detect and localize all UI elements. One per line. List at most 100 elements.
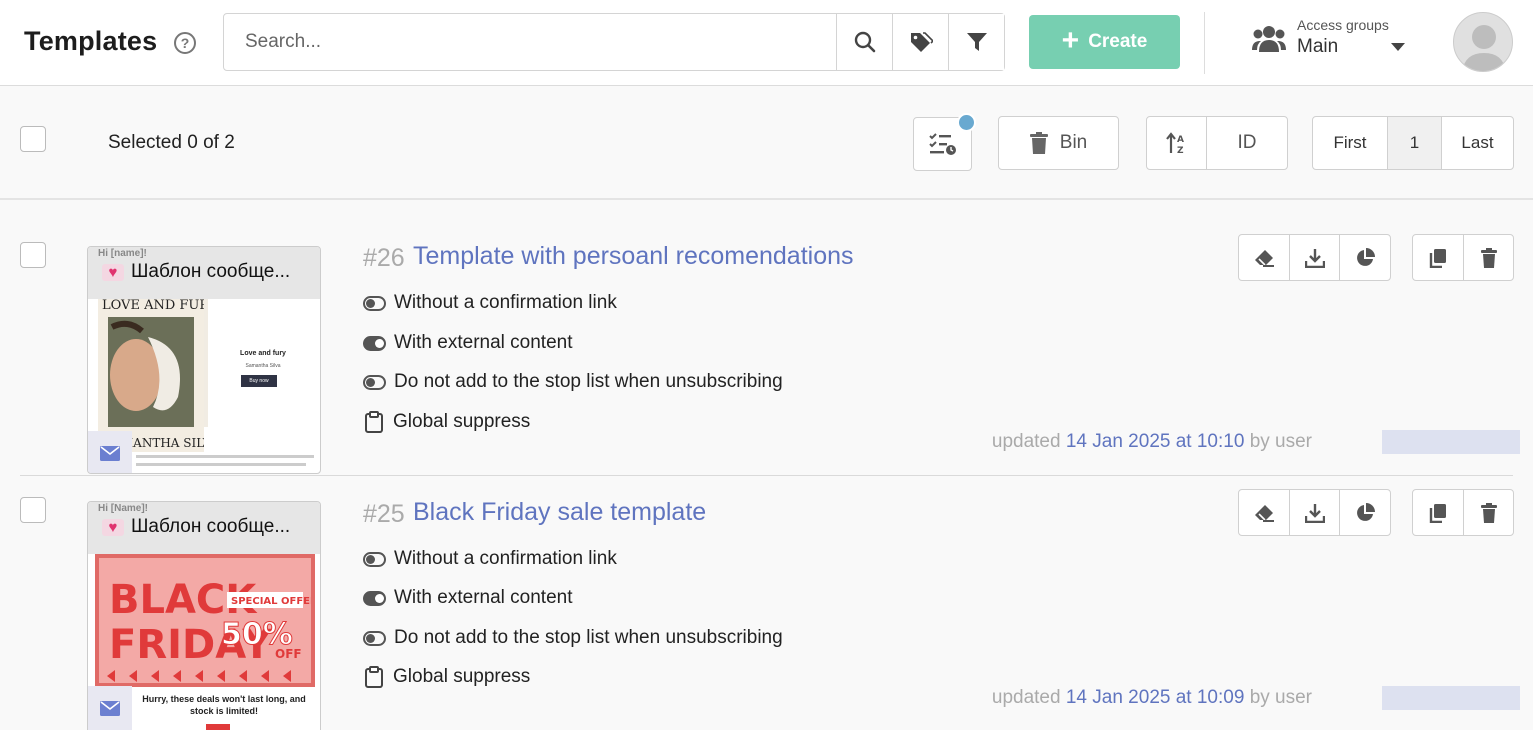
trash-icon <box>1029 132 1048 154</box>
option-label: Do not add to the stop list when unsubsc… <box>394 627 783 648</box>
create-label: Create <box>1088 31 1148 52</box>
selection-count: Selected 0 of 2 <box>108 132 235 153</box>
book-spine <box>204 297 208 427</box>
book-cover: LOVE AND FURY SAMANTHA SILVA <box>98 297 220 452</box>
select-all-checkbox[interactable] <box>20 126 46 152</box>
user-name-redacted <box>1382 686 1520 710</box>
row-checkbox[interactable] <box>20 242 46 268</box>
updated-info: updated 14 Jan 2025 at 10:10 by user <box>992 431 1312 453</box>
sort-direction-button[interactable]: AZ <box>1147 117 1206 169</box>
email-type-badge <box>88 431 132 473</box>
eraser-button[interactable] <box>1239 235 1289 280</box>
access-groups-select[interactable]: Main <box>1297 36 1338 58</box>
updated-by: by user <box>1249 431 1312 452</box>
toggle-off-icon <box>363 551 386 567</box>
envelope-icon <box>100 700 120 716</box>
updated-by: by user <box>1249 687 1312 708</box>
toggle-on-icon <box>363 335 386 351</box>
search-input[interactable] <box>224 14 836 70</box>
preview-heading: Love and fury <box>240 350 286 357</box>
statistics-button[interactable] <box>1339 235 1389 280</box>
copy-button[interactable] <box>1413 235 1463 280</box>
pie-chart-icon <box>1356 247 1375 266</box>
option-stop-list: Do not add to the stop list when unsubsc… <box>363 371 783 393</box>
option-label: Global suppress <box>393 666 531 687</box>
clipboard-icon <box>365 411 383 433</box>
preview-cta: Buy now <box>241 375 277 387</box>
black-friday-art: BLACK FRIDAY SPECIAL OFFER 50% OFF <box>107 577 318 682</box>
header-divider <box>1204 12 1205 74</box>
eraser-icon <box>1255 249 1274 267</box>
filter-icon <box>966 33 987 51</box>
toggle-off-icon <box>363 630 386 646</box>
template-name-link[interactable]: Template with persoanl recomendations <box>413 242 854 271</box>
pagination-current[interactable]: 1 <box>1387 117 1441 169</box>
option-label: With external content <box>394 332 573 353</box>
template-preview[interactable]: LOVE AND FURY SAMANTHA SILVA Love and fu… <box>87 246 321 474</box>
page-title: Templates <box>24 26 158 56</box>
download-icon <box>1304 503 1325 523</box>
template-id: #25 <box>363 500 405 528</box>
pagination-last[interactable]: Last <box>1441 117 1513 169</box>
search-button[interactable] <box>836 14 892 70</box>
preview-greeting: Hi [name]! <box>98 248 147 259</box>
avatar[interactable] <box>1453 12 1513 72</box>
email-type-badge <box>88 686 132 730</box>
bin-button[interactable]: Bin <box>998 116 1119 170</box>
delete-button[interactable] <box>1463 235 1513 280</box>
option-confirmation-link: Without a confirmation link <box>363 292 617 314</box>
tags-button[interactable] <box>892 14 948 70</box>
sort-control: AZ ID <box>1146 116 1288 170</box>
plus-icon: + <box>1061 23 1080 57</box>
header: Templates ? + Create Access groups Main <box>0 0 1533 86</box>
pagination-first[interactable]: First <box>1313 117 1387 169</box>
eraser-button[interactable] <box>1239 490 1289 535</box>
chevron-down-icon[interactable] <box>1391 43 1405 51</box>
option-confirmation-link: Without a confirmation link <box>363 548 617 570</box>
updated-prefix: updated <box>991 687 1061 708</box>
filter-button[interactable] <box>948 14 1004 70</box>
envelope-icon <box>100 445 120 461</box>
preview-caption-bar: Hi [name]! ♥ Шаблон сообще... <box>88 247 320 299</box>
bin-label: Bin <box>1059 132 1088 153</box>
create-button[interactable]: + Create <box>1029 15 1180 69</box>
updated-prefix: updated <box>991 431 1061 452</box>
statistics-button[interactable] <box>1339 490 1389 535</box>
option-stop-list: Do not add to the stop list when unsubsc… <box>363 627 783 649</box>
row-divider <box>20 475 1513 476</box>
copy-button[interactable] <box>1413 490 1463 535</box>
toggle-off-icon <box>363 295 386 311</box>
toggle-off-icon <box>363 374 386 390</box>
preview-caption-bar: Hi [Name]! ♥ Шаблон сообще... <box>88 502 320 554</box>
download-button[interactable] <box>1289 235 1339 280</box>
template-preview[interactable]: BLACK FRIDAY SPECIAL OFFER 50% OFF Hurry… <box>87 501 321 730</box>
download-button[interactable] <box>1289 490 1339 535</box>
copy-icon <box>1429 503 1446 523</box>
sort-field-select[interactable]: ID <box>1206 117 1287 169</box>
delete-button[interactable] <box>1463 490 1513 535</box>
template-name-link[interactable]: Black Friday sale template <box>413 498 706 527</box>
row-checkbox[interactable] <box>20 497 46 523</box>
row-actions-group <box>1238 489 1391 536</box>
eraser-icon <box>1255 504 1274 522</box>
svg-text:Z: Z <box>1177 146 1184 154</box>
heart-icon: ♥ <box>102 518 124 536</box>
heart-icon: ♥ <box>102 263 124 281</box>
row-manage-group <box>1412 234 1514 281</box>
option-external-content: With external content <box>363 332 572 354</box>
preview-subheading: Samantha Silva <box>245 363 281 369</box>
option-label: Global suppress <box>393 411 531 432</box>
svg-text:A: A <box>1177 135 1184 145</box>
option-global-suppress: Global suppress <box>363 666 530 688</box>
preview-caption: ♥ Шаблон сообще... <box>102 261 290 283</box>
preview-greeting: Hi [Name]! <box>98 503 149 514</box>
updated-info: updated 14 Jan 2025 at 10:09 by user <box>992 687 1312 709</box>
row-manage-group <box>1412 489 1514 536</box>
preview-cta <box>206 724 230 730</box>
black-friday-banner: BLACK FRIDAY SPECIAL OFFER 50% OFF <box>95 554 318 687</box>
preview-caption-text: Шаблон сообще... <box>131 516 291 537</box>
sort-az-icon: AZ <box>1165 132 1184 154</box>
tags-icon <box>910 32 933 52</box>
option-label: With external content <box>394 587 573 608</box>
help-icon[interactable]: ? <box>174 32 196 54</box>
